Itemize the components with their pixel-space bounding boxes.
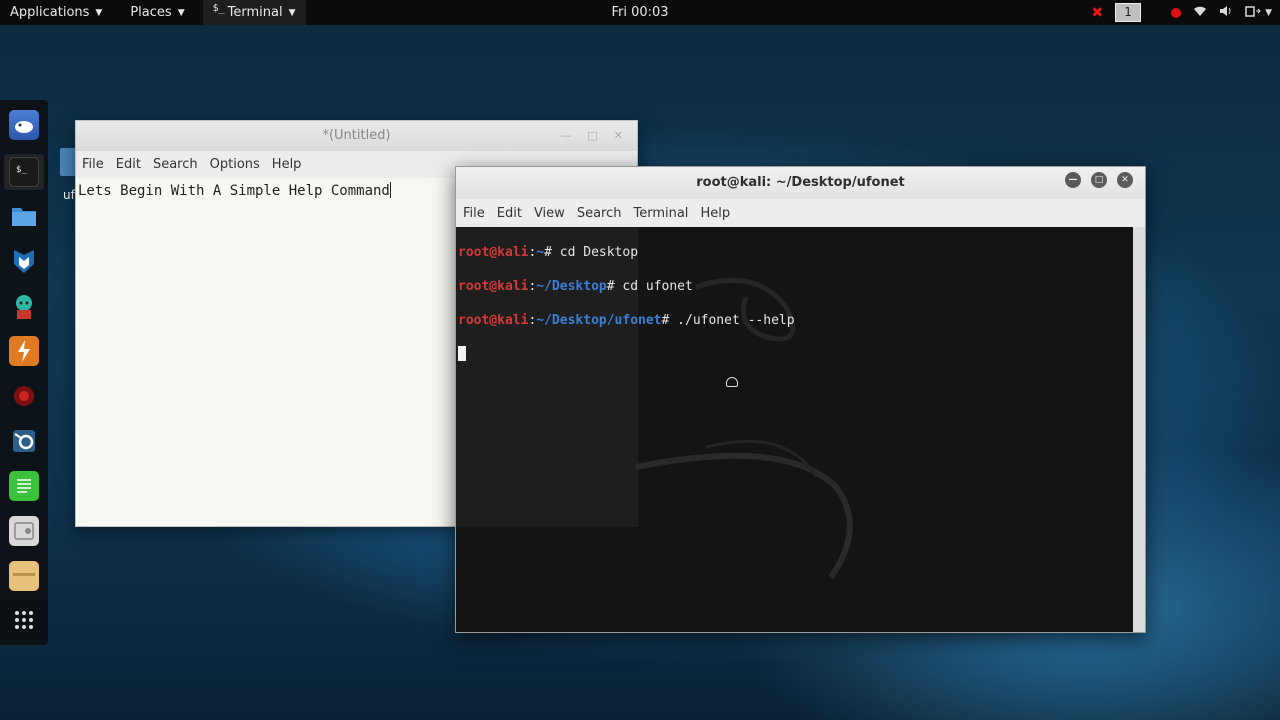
places-menu[interactable]: Places ▼ [120,0,194,25]
prompt-user: root@kali [458,245,529,260]
menu-view[interactable]: View [528,206,571,221]
text-editor-title: *(Untitled) [322,128,391,143]
chevron-down-icon: ▼ [177,7,185,18]
prompt-path: ~/Desktop/ufonet [536,313,662,328]
terminal-title: root@kali: ~/Desktop/ufonet [696,175,905,190]
menu-file[interactable]: File [457,206,491,221]
prompt-user: root@kali [458,313,529,328]
prompt-path: ~/Desktop [536,279,607,294]
terminal-line: root@kali:~/Desktop# cd ufonet [458,278,795,295]
system-tray: ✖ 1 ▼ [1091,0,1272,25]
text-editor-icon[interactable] [9,471,39,501]
dock: $_ [0,100,48,645]
menu-file[interactable]: File [76,157,110,172]
armitage-icon[interactable] [9,291,39,321]
terminal-line: root@kali:~# cd Desktop [458,244,795,261]
terminal-app-menu[interactable]: $_ Terminal ▼ [202,0,306,25]
text-editor-titlebar[interactable]: *(Untitled) — □ ✕ [76,121,637,151]
recording-icon[interactable] [1171,7,1182,18]
workspace-indicator[interactable]: 1 [1115,3,1142,22]
menu-edit[interactable]: Edit [491,206,528,221]
cherrytree-icon[interactable] [9,516,39,546]
chevron-down-icon: ▼ [95,7,103,18]
maximize-button[interactable]: □ [587,121,597,151]
menu-edit[interactable]: Edit [110,157,147,172]
faraday-icon[interactable] [9,381,39,411]
terminal-line: root@kali:~/Desktop/ufonet# ./ufonet --h… [458,312,795,329]
show-apps-icon[interactable] [9,605,39,635]
menu-help[interactable]: Help [266,157,308,172]
close-button[interactable]: ✕ [1117,172,1133,188]
window-buttons: — □ ✕ [560,121,623,151]
command-text: # cd Desktop [544,245,639,260]
menu-search[interactable]: Search [147,157,204,172]
minimize-button[interactable]: — [560,121,571,151]
chevron-down-icon: ▼ [288,7,296,18]
places-label: Places [130,5,172,20]
text-caret [389,182,391,198]
power-icon[interactable] [1245,5,1261,21]
menu-options[interactable]: Options [204,157,266,172]
window-buttons: — □ ✕ [1065,172,1133,188]
leafpad-icon[interactable] [9,561,39,591]
command-text: # cd ufonet [606,279,693,294]
terminal-cursor [458,346,466,361]
terminal-window: root@kali: ~/Desktop/ufonet — □ ✕ File E… [455,166,1146,633]
desktop-icon-label: uf [63,188,75,202]
folder-icon [60,148,76,176]
menu-terminal[interactable]: Terminal [627,206,694,221]
terminal-icon: $_ [212,3,225,14]
close-button[interactable]: ✕ [614,121,623,151]
terminal-output[interactable]: root@kali:~# cd Desktop root@kali:~/Desk… [456,227,1133,632]
top-panel: Applications ▼ Places ▼ $_ Terminal ▼ Fr… [0,0,1280,25]
maltego-icon[interactable] [9,426,39,456]
prompt-path: ~ [536,245,545,260]
files-icon[interactable] [9,201,39,231]
command-text: # ./ufonet --help [661,313,795,328]
menu-search[interactable]: Search [571,206,628,221]
prompt-user: root@kali [458,279,529,294]
svg-text:$_: $_ [16,165,27,175]
editor-text: Lets Begin With A Simple Help Command [78,183,390,199]
mouse-pointer-icon [726,377,738,387]
applications-label: Applications [10,5,90,20]
beef-icon[interactable] [9,110,39,140]
terminal-icon[interactable]: $_ [9,157,39,187]
menu-help[interactable]: Help [694,206,736,221]
status-red-icon[interactable]: ✖ [1091,5,1103,21]
terminal-menubar: File Edit View Search Terminal Help [456,199,1145,227]
terminal-app-label: Terminal [227,5,283,20]
burpsuite-icon[interactable] [9,336,39,366]
wifi-icon[interactable] [1193,5,1207,21]
terminal-titlebar[interactable]: root@kali: ~/Desktop/ufonet — □ ✕ [456,167,1145,199]
minimize-button[interactable]: — [1065,172,1081,188]
applications-menu[interactable]: Applications ▼ [0,0,112,25]
maximize-button[interactable]: □ [1091,172,1107,188]
chevron-down-icon[interactable]: ▼ [1265,8,1272,18]
terminal-lines: root@kali:~# cd Desktop root@kali:~/Desk… [458,227,795,397]
metasploit-icon[interactable] [9,246,39,276]
terminal-line [458,346,795,363]
terminal-scrollbar[interactable] [1133,227,1145,632]
volume-icon[interactable] [1219,5,1233,21]
